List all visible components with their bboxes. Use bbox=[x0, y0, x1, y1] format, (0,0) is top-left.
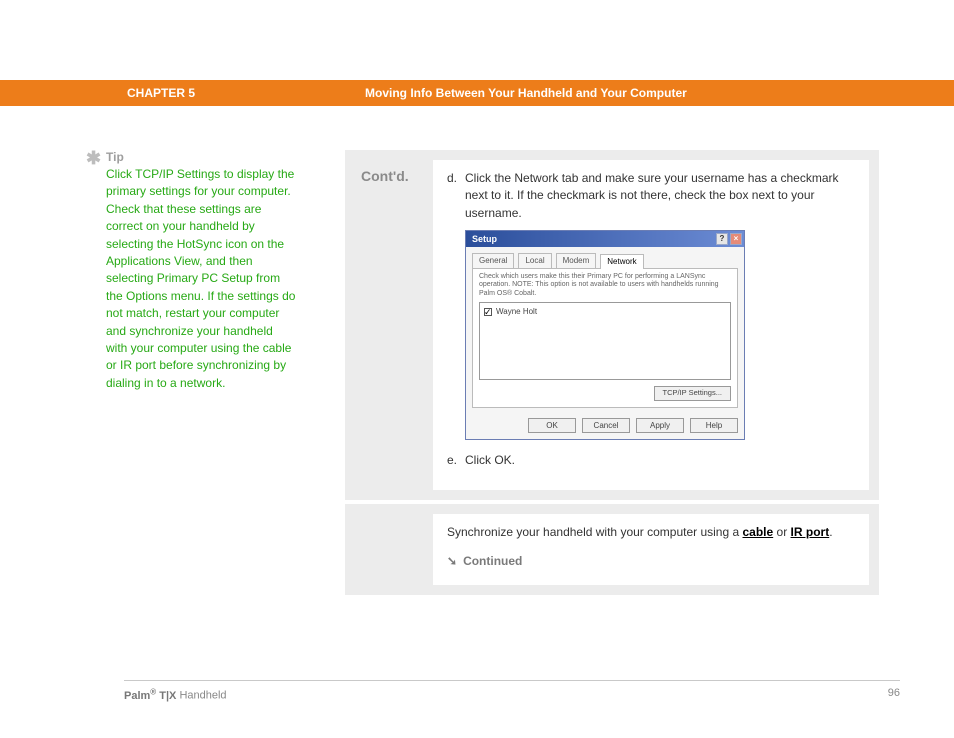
help-window-icon[interactable]: ? bbox=[716, 233, 728, 245]
step-label-empty bbox=[345, 504, 433, 595]
page-footer: Palm® T|X Handheld 96 bbox=[124, 680, 900, 702]
substep-d-letter: d. bbox=[447, 170, 465, 222]
tab-modem[interactable]: Modem bbox=[556, 253, 597, 268]
main-content: Cont'd. d. Click the Network tab and mak… bbox=[345, 150, 879, 599]
step-label-contd: Cont'd. bbox=[345, 150, 433, 500]
dialog-note: Check which users make this their Primar… bbox=[479, 273, 731, 298]
tip-body: Click TCP/IP Settings to display the pri… bbox=[106, 166, 296, 392]
dialog-titlebar: Setup ? × bbox=[466, 231, 744, 247]
step-block-contd: Cont'd. d. Click the Network tab and mak… bbox=[345, 150, 879, 500]
cancel-button[interactable]: Cancel bbox=[582, 418, 630, 434]
tcpip-settings-button[interactable]: TCP/IP Settings... bbox=[654, 386, 731, 401]
ok-button[interactable]: OK bbox=[528, 418, 576, 434]
sync-text-prefix: Synchronize your handheld with your comp… bbox=[447, 525, 743, 539]
continued-row: ➘ Continued bbox=[447, 553, 855, 570]
substep-e-letter: e. bbox=[447, 452, 465, 469]
tip-heading: Tip bbox=[106, 150, 296, 164]
continued-label: Continued bbox=[463, 553, 522, 570]
substep-e-text: Click OK. bbox=[465, 452, 855, 469]
substep-d-text: Click the Network tab and make sure your… bbox=[465, 170, 855, 222]
checkbox-icon[interactable] bbox=[484, 308, 492, 316]
substep-e: e. Click OK. bbox=[447, 452, 855, 469]
step-body-sync: Synchronize your handheld with your comp… bbox=[433, 514, 869, 585]
tab-general[interactable]: General bbox=[472, 253, 514, 268]
ir-port-link[interactable]: IR port bbox=[791, 525, 830, 539]
tab-network[interactable]: Network bbox=[600, 254, 643, 269]
help-button[interactable]: Help bbox=[690, 418, 738, 434]
setup-dialog: Setup ? × General Local Modem Network Ch… bbox=[465, 230, 745, 440]
step-body-contd: d. Click the Network tab and make sure y… bbox=[433, 160, 869, 490]
product-name: Palm® T|X Handheld bbox=[124, 687, 227, 702]
username-listbox[interactable]: Wayne Holt bbox=[479, 302, 731, 380]
tip-sidebar: ✱ Tip Click TCP/IP Settings to display t… bbox=[106, 150, 296, 392]
substep-d: d. Click the Network tab and make sure y… bbox=[447, 170, 855, 222]
asterisk-icon: ✱ bbox=[86, 148, 101, 169]
dialog-tabs: General Local Modem Network bbox=[466, 247, 744, 268]
step-block-sync: Synchronize your handheld with your comp… bbox=[345, 504, 879, 595]
apply-button[interactable]: Apply bbox=[636, 418, 684, 434]
dialog-panel: Check which users make this their Primar… bbox=[472, 268, 738, 408]
chapter-title: Moving Info Between Your Handheld and Yo… bbox=[365, 86, 687, 100]
close-window-icon[interactable]: × bbox=[730, 233, 742, 245]
chapter-number: CHAPTER 5 bbox=[127, 86, 195, 100]
sync-text-or: or bbox=[773, 525, 790, 539]
page-number: 96 bbox=[888, 687, 900, 702]
continued-arrow-icon: ➘ bbox=[447, 553, 457, 570]
sync-text-period: . bbox=[829, 525, 832, 539]
username-item: Wayne Holt bbox=[496, 307, 537, 316]
cable-link[interactable]: cable bbox=[743, 525, 774, 539]
tab-local[interactable]: Local bbox=[518, 253, 551, 268]
dialog-button-row: OK Cancel Apply Help bbox=[466, 414, 744, 440]
chapter-header: CHAPTER 5 Moving Info Between Your Handh… bbox=[0, 80, 954, 106]
dialog-title: Setup bbox=[472, 233, 497, 246]
